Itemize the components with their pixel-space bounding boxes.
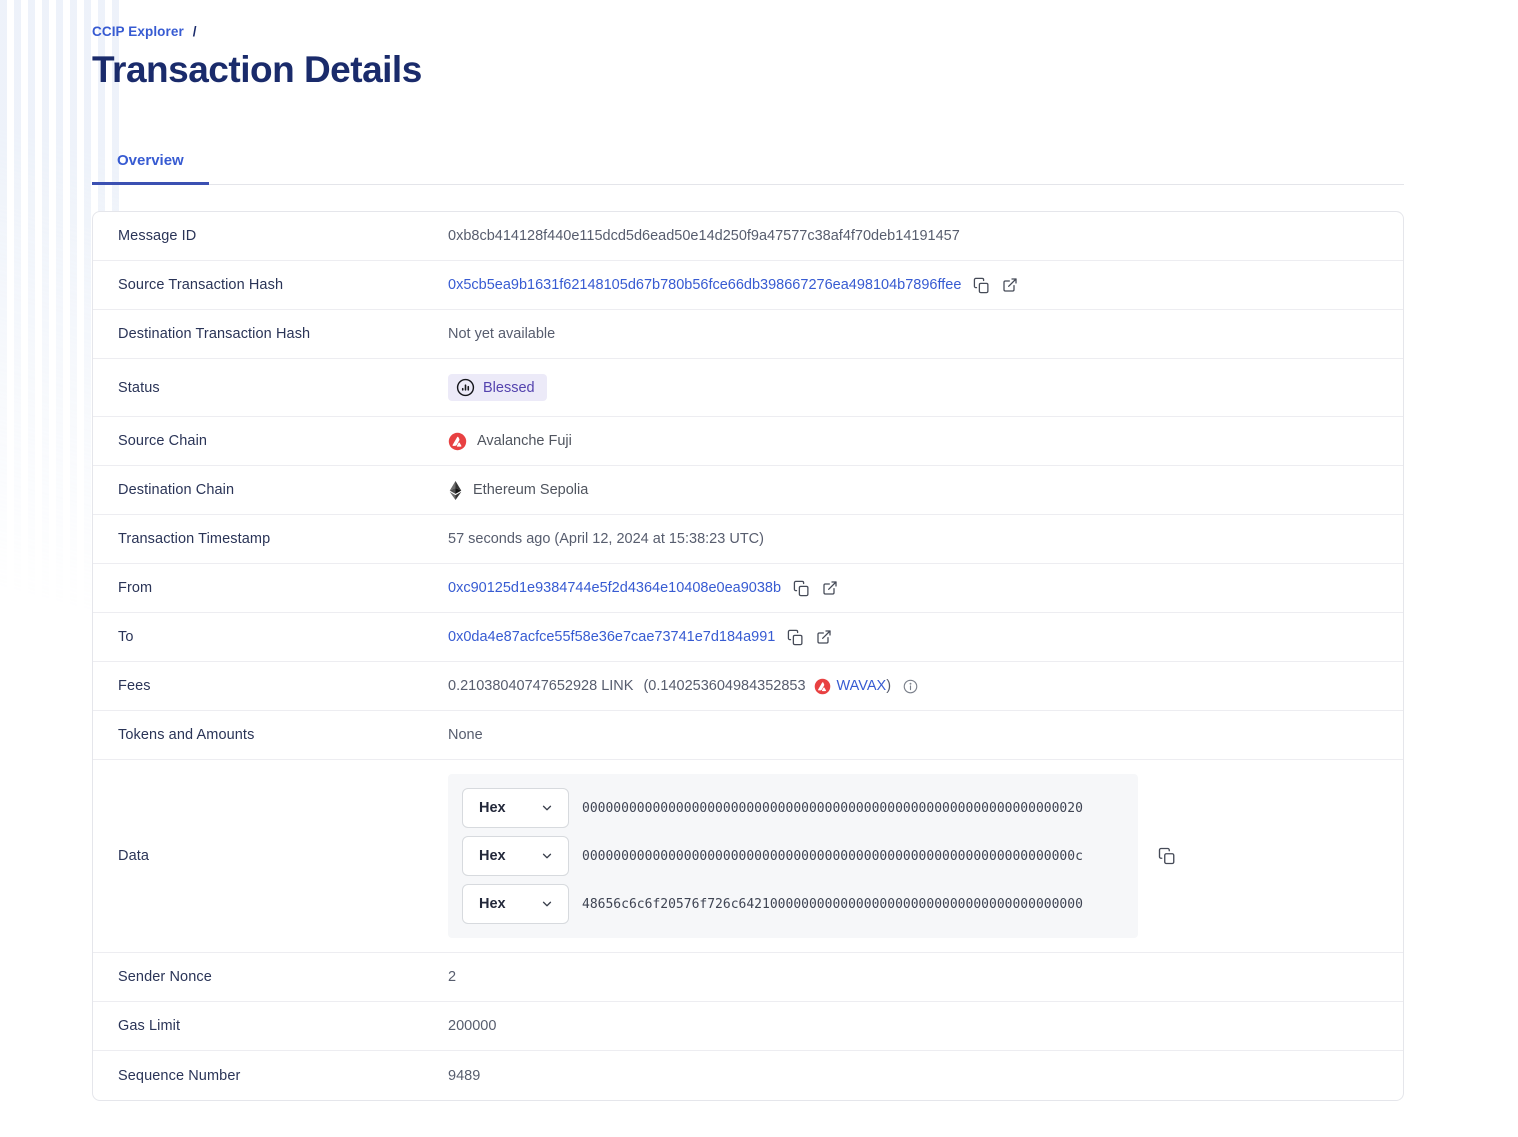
external-link-icon[interactable] <box>1002 277 1018 293</box>
hex-format-select-value: Hex <box>479 896 506 912</box>
copy-icon[interactable] <box>973 277 990 294</box>
status-badge: Blessed <box>448 374 547 401</box>
timestamp-label: Transaction Timestamp <box>93 531 448 547</box>
fees-converted-prefix: (0.140253604984352853 <box>643 678 805 694</box>
dest-chain-label: Destination Chain <box>93 482 448 498</box>
sender-nonce-value: 2 <box>448 969 456 985</box>
gas-limit-value: 200000 <box>448 1018 496 1034</box>
dest-tx-hash-value: Not yet available <box>448 326 555 342</box>
dest-tx-hash-label: Destination Transaction Hash <box>93 326 448 342</box>
data-hex-value: 0000000000000000000000000000000000000000… <box>582 801 1083 816</box>
fees-converted-suffix: ) <box>886 678 891 694</box>
row-from: From 0xc90125d1e9384744e5f2d4364e10408e0… <box>93 564 1403 613</box>
row-dest-tx-hash: Destination Transaction Hash Not yet ava… <box>93 310 1403 359</box>
message-id-value: 0xb8cb414128f440e115dcd5d6ead50e14d250f9… <box>448 228 960 244</box>
fees-label: Fees <box>93 678 448 694</box>
page-title: Transaction Details <box>92 49 1404 91</box>
row-gas-limit: Gas Limit 200000 <box>93 1002 1403 1051</box>
row-sender-nonce: Sender Nonce 2 <box>93 953 1403 1002</box>
transaction-details-page: CCIP Explorer / Transaction Details Over… <box>0 0 1518 1101</box>
row-message-id: Message ID 0xb8cb414128f440e115dcd5d6ead… <box>93 212 1403 261</box>
row-source-chain: Source Chain Avalanche Fuji <box>93 417 1403 466</box>
row-timestamp: Transaction Timestamp 57 seconds ago (Ap… <box>93 515 1403 564</box>
wavax-token-link[interactable]: WAVAX <box>837 678 887 694</box>
details-card: Message ID 0xb8cb414128f440e115dcd5d6ead… <box>92 211 1404 1101</box>
to-address-link[interactable]: 0x0da4e87acfce55f58e36e7cae73741e7d184a9… <box>448 629 775 645</box>
data-hex-value: 48656c6c6f20576f726c64210000000000000000… <box>582 897 1083 912</box>
row-to: To 0x0da4e87acfce55f58e36e7cae73741e7d18… <box>93 613 1403 662</box>
data-hexline: Hex 000000000000000000000000000000000000… <box>462 836 1124 876</box>
to-label: To <box>93 629 448 645</box>
chevron-down-icon <box>540 849 554 863</box>
signal-bars-circle-icon <box>456 378 475 397</box>
message-id-label: Message ID <box>93 228 448 244</box>
breadcrumb: CCIP Explorer / <box>92 24 1404 39</box>
from-label: From <box>93 580 448 596</box>
source-chain-label: Source Chain <box>93 433 448 449</box>
data-hexline: Hex 000000000000000000000000000000000000… <box>462 788 1124 828</box>
fees-link-amount: 0.21038040747652928 LINK <box>448 678 633 694</box>
hex-format-select-value: Hex <box>479 848 506 864</box>
source-tx-hash-label: Source Transaction Hash <box>93 277 448 293</box>
data-hexline: Hex 48656c6c6f20576f726c6421000000000000… <box>462 884 1124 924</box>
from-address-link[interactable]: 0xc90125d1e9384744e5f2d4364e10408e0ea903… <box>448 580 781 596</box>
row-data: Data Hex 0000000000000000000000000000000… <box>93 760 1403 953</box>
avalanche-logo-icon <box>814 678 831 695</box>
dest-chain-value: Ethereum Sepolia <box>473 482 588 498</box>
row-status: Status Blessed <box>93 359 1403 417</box>
row-dest-chain: Destination Chain Ethereum Sepolia <box>93 466 1403 515</box>
info-circle-icon[interactable] <box>903 679 918 694</box>
source-chain-value: Avalanche Fuji <box>477 433 572 449</box>
hex-format-select[interactable]: Hex <box>462 884 569 924</box>
row-fees: Fees 0.21038040747652928 LINK (0.1402536… <box>93 662 1403 711</box>
chevron-down-icon <box>540 897 554 911</box>
copy-icon[interactable] <box>787 629 804 646</box>
tab-overview[interactable]: Overview <box>92 141 209 185</box>
tab-bar: Overview <box>92 141 1404 185</box>
copy-icon[interactable] <box>1158 847 1176 865</box>
data-label: Data <box>93 848 448 864</box>
gas-limit-label: Gas Limit <box>93 1018 448 1034</box>
ethereum-logo-icon <box>448 481 463 500</box>
tokens-amounts-value: None <box>448 727 483 743</box>
sequence-number-value: 9489 <box>448 1068 480 1084</box>
hex-format-select[interactable]: Hex <box>462 788 569 828</box>
external-link-icon[interactable] <box>822 580 838 596</box>
row-source-tx-hash: Source Transaction Hash 0x5cb5ea9b1631f6… <box>93 261 1403 310</box>
breadcrumb-separator: / <box>193 24 197 39</box>
chevron-down-icon <box>540 801 554 815</box>
external-link-icon[interactable] <box>816 629 832 645</box>
data-hex-value: 0000000000000000000000000000000000000000… <box>582 849 1083 864</box>
status-badge-text: Blessed <box>483 380 535 396</box>
tokens-amounts-label: Tokens and Amounts <box>93 727 448 743</box>
timestamp-value: 57 seconds ago (April 12, 2024 at 15:38:… <box>448 531 764 547</box>
row-tokens-amounts: Tokens and Amounts None <box>93 711 1403 760</box>
breadcrumb-ccip-explorer-link[interactable]: CCIP Explorer <box>92 24 184 39</box>
status-label: Status <box>93 380 448 396</box>
sender-nonce-label: Sender Nonce <box>93 969 448 985</box>
avalanche-logo-icon <box>448 432 467 451</box>
sequence-number-label: Sequence Number <box>93 1068 448 1084</box>
copy-icon[interactable] <box>793 580 810 597</box>
data-hexbox: Hex 000000000000000000000000000000000000… <box>448 774 1138 938</box>
row-sequence-number: Sequence Number 9489 <box>93 1051 1403 1100</box>
source-tx-hash-link[interactable]: 0x5cb5ea9b1631f62148105d67b780b56fce66db… <box>448 277 961 293</box>
hex-format-select-value: Hex <box>479 800 506 816</box>
hex-format-select[interactable]: Hex <box>462 836 569 876</box>
